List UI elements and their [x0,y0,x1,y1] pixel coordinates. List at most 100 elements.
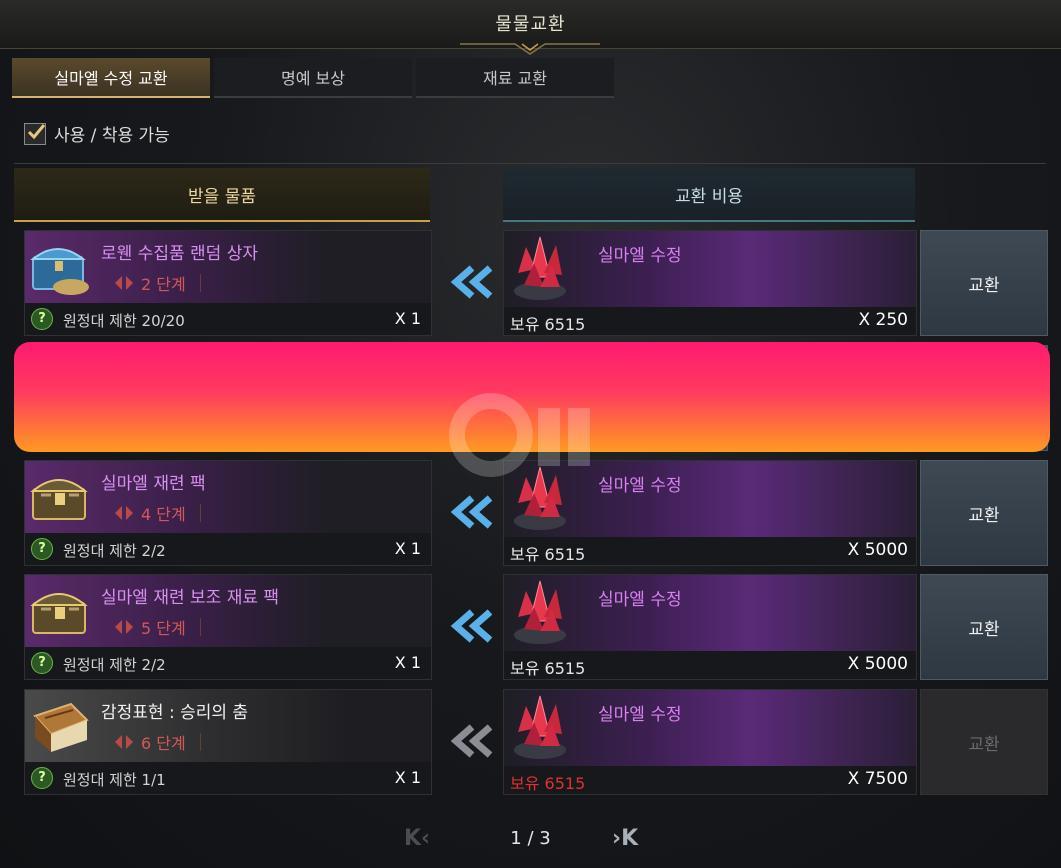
page-indicator: 1 / 3 [510,828,551,849]
cost-footer: 보유 6515 X 7500 [504,766,916,794]
chest-gold-icon [27,465,93,529]
receive-quantity: X 1 [394,653,421,672]
silmael-crystal-icon [508,577,572,647]
expedition-limit: 원정대 제한 1/1 [63,427,166,445]
cost-amount: X 7500 [847,769,908,789]
tier-divider [199,389,201,407]
cost-card: 실마엘 수정보유 6515 X 250 [503,230,917,336]
item-name: 실마엘 재련 팩 [101,474,206,494]
help-icon[interactable]: ? [31,538,53,560]
food-plate-icon [27,350,93,414]
owned-amount: 보유 6515 [510,315,586,334]
tab-honor-reward[interactable]: 명예 보상 [214,58,412,98]
cost-item-name: 실마엘 수정 [598,705,682,725]
exchange-arrow-icon [450,264,498,300]
cost-amount: X 5000 [847,654,908,674]
tier-icon [115,276,133,290]
cost-item-name: 실마엘 수정 [598,246,682,266]
cost-item-name: 실마엘 수정 [598,361,682,381]
tab-silmael-exchange[interactable]: 실마엘 수정 교환 [12,58,210,98]
receive-quantity: X 1 [394,539,421,558]
exchange-row: 로웬 수집품 랜덤 상자 2 단계? 원정대 제한 20/20 X 1 실마엘 수정 보유… [14,230,1048,336]
help-icon[interactable]: ? [31,423,53,445]
cost-amount: X 5000 [847,540,908,560]
item-name: 감정표현 : 승리의 춤 [101,703,249,723]
cost-footer: 보유 6515 X 250 [504,307,916,335]
item-name: 세트불레 한 접시 [101,359,222,379]
cost-column-header: 교환 비용 [503,168,915,222]
exchange-arrow-icon [450,723,498,759]
exchange-button[interactable]: 교환 [920,460,1048,566]
exchange-button[interactable]: 교환 [920,689,1048,795]
checkmark-icon [27,123,46,139]
receive-item-footer: ? 원정대 제한 2/2 X 1 [25,647,431,679]
tab-bar: 실마엘 수정 교환 명예 보상 재료 교환 [12,58,614,98]
receive-item-card[interactable]: 감정표현 : 승리의 춤 6 단계? 원정대 제한 1/1 X 1 [24,689,432,795]
tier-divider [199,274,201,292]
pager: K‹ 1 / 3 ›K [0,820,1061,860]
receive-item-footer: ? 원정대 제한 2/2 X 1 [25,533,431,565]
divider [14,163,1046,164]
cost-card: 실마엘 수정보유 6515 X 5000 [503,574,917,680]
item-name: 로웬 수집품 랜덤 상자 [101,244,258,264]
usable-filter[interactable]: 사용 / 착용 가능 [24,121,170,146]
tier-label: 3 단계 [113,386,201,410]
expedition-limit: 원정대 제한 2/2 [63,542,166,560]
tier-label: 2 단계 [113,271,201,295]
receive-item-card[interactable]: 실마엘 재련 보조 재료 팩 5 단계? 원정대 제한 2/2 X 1 [24,574,432,680]
tier-divider [199,618,201,636]
receive-item-header: 세트불레 한 접시 3 단계 [25,346,431,418]
cost-item-name: 실마엘 수정 [598,590,682,610]
receive-item-header: 로웬 수집품 랜덤 상자 2 단계 [25,231,431,303]
owned-amount: 보유 6515 [510,545,586,564]
help-icon[interactable]: ? [31,308,53,330]
exchange-button[interactable]: 교환 [920,574,1048,680]
receive-quantity: X 1 [394,768,421,787]
expedition-limit: 원정대 제한 1/1 [63,771,166,789]
tier-label: 6 단계 [113,730,201,754]
receive-item-card[interactable]: 세트불레 한 접시 3 단계? 원정대 제한 1/1 X 1 [24,345,432,451]
receive-item-card[interactable]: 실마엘 재련 팩 4 단계? 원정대 제한 2/2 X 1 [24,460,432,566]
item-name: 실마엘 재련 보조 재료 팩 [101,588,280,608]
window-title: 물물교환 [495,14,566,35]
tier-icon [115,620,133,634]
expedition-limit: 원정대 제한 20/20 [63,312,185,330]
help-icon[interactable]: ? [31,767,53,789]
owned-amount: 보유 6515 [510,659,586,678]
watermark-logo [449,393,590,477]
tier-divider [199,733,201,751]
tier-label: 5 단계 [113,615,201,639]
title-ornament-icon [460,43,600,55]
exchange-row: 실마엘 재련 보조 재료 팩 5 단계? 원정대 제한 2/2 X 1 실마엘 수정 보유… [14,574,1048,680]
receive-item-card[interactable]: 로웬 수집품 랜덤 상자 2 단계? 원정대 제한 20/20 X 1 [24,230,432,336]
tier-value: 6 단계 [141,734,186,753]
owned-amount: 보유 6515 [510,774,586,793]
tier-value: 2 단계 [141,275,186,294]
chest-gold-icon [27,579,93,643]
usable-checkbox[interactable] [24,122,46,145]
cost-footer: 보유 6515 X 5000 [504,651,916,679]
tier-value: 4 단계 [141,505,186,524]
silmael-crystal-icon [508,692,572,762]
exchange-arrow-icon [450,494,498,530]
cost-footer: 보유 6515 X 5000 [504,537,916,565]
cost-header: 실마엘 수정 [504,575,916,651]
help-icon[interactable]: ? [31,652,53,674]
expedition-limit: 원정대 제한 2/2 [63,656,166,674]
cost-header: 실마엘 수정 [504,231,916,307]
tier-divider [199,504,201,522]
chest-blue-icon [27,235,93,299]
tab-material-exchange[interactable]: 재료 교환 [416,58,614,98]
receive-item-header: 감정표현 : 승리의 춤 6 단계 [25,690,431,762]
tier-icon [115,735,133,749]
silmael-crystal-icon [508,233,572,303]
receive-quantity: X 1 [394,424,421,443]
cost-header: 실마엘 수정 [504,690,916,766]
usable-filter-label: 사용 / 착용 가능 [54,126,170,146]
exchange-button[interactable]: 교환 [920,345,1048,451]
exchange-row: 감정표현 : 승리의 춤 6 단계? 원정대 제한 1/1 X 1 실마엘 수정 보유 6… [14,689,1048,795]
exchange-arrow-icon [450,608,498,644]
last-page-icon[interactable]: ›K [612,826,638,851]
receive-item-footer: ? 원정대 제한 1/1 X 1 [25,762,431,794]
exchange-button[interactable]: 교환 [920,230,1048,336]
